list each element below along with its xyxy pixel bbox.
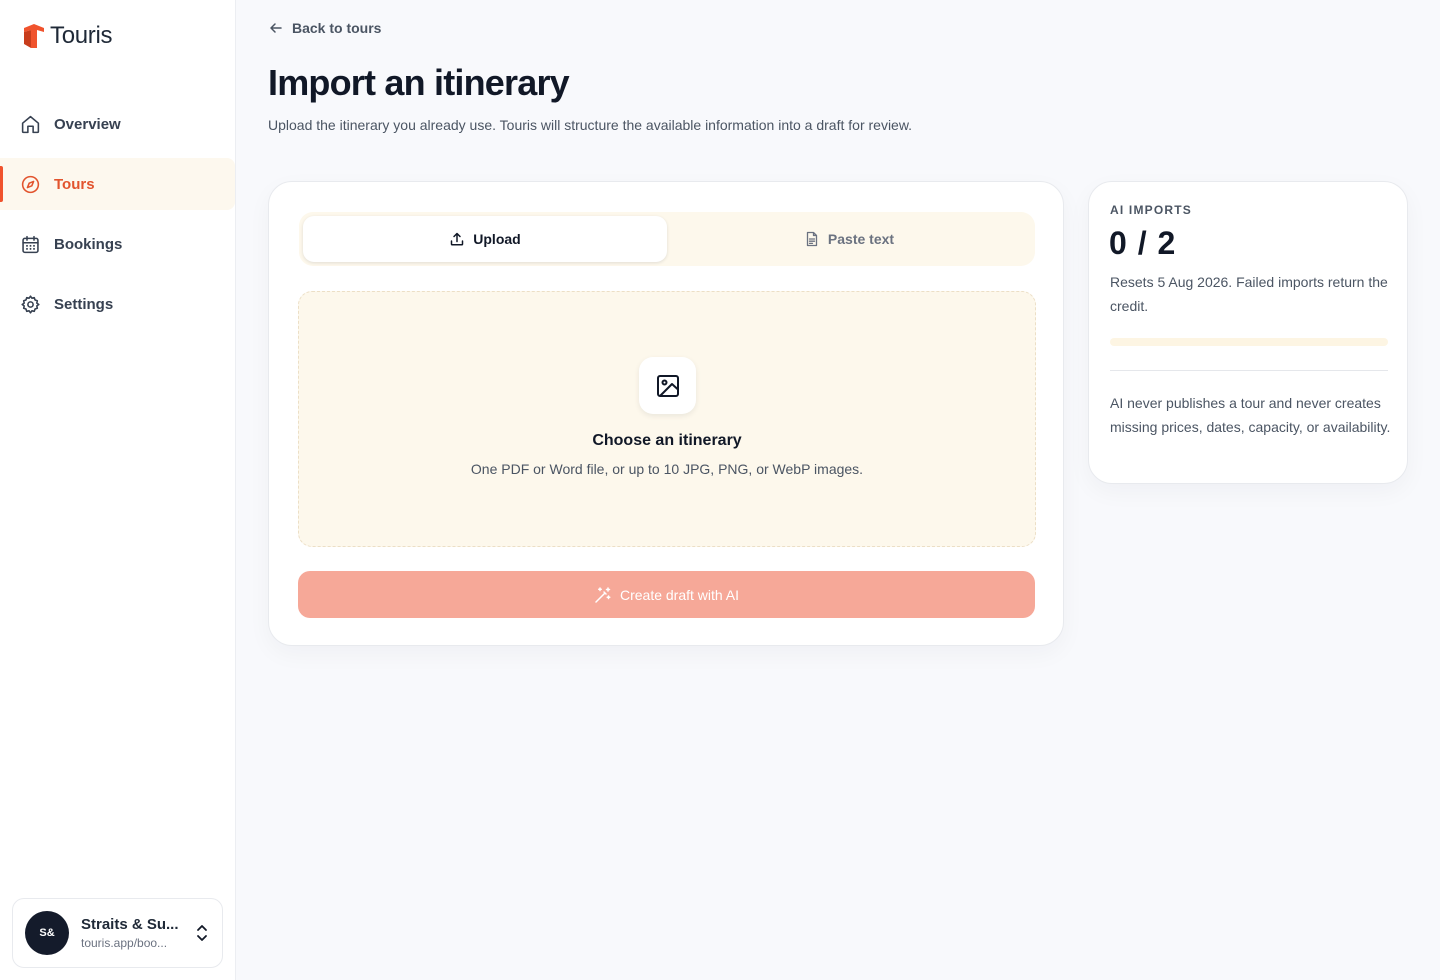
itinerary-dropzone[interactable]: Choose an itinerary One PDF or Word file…	[298, 291, 1036, 547]
ai-imports-label: AI IMPORTS	[1110, 203, 1193, 217]
ai-imports-reset-text: Resets 5 Aug 2026. Failed imports return…	[1110, 274, 1388, 314]
import-mode-tabs: Upload Paste text	[299, 212, 1035, 266]
back-to-tours-link[interactable]: Back to tours	[268, 20, 381, 36]
brand-name: Touris	[50, 22, 113, 49]
calendar-icon	[22, 235, 39, 253]
account-switcher[interactable]: S& Straits & Su... touris.app/boo...	[12, 898, 223, 968]
sidebar-item-tours[interactable]: Tours	[0, 158, 235, 210]
tab-label: Upload	[473, 231, 521, 247]
ai-imports-count: 0 / 2	[1109, 225, 1177, 261]
divider	[1110, 370, 1388, 371]
ai-imports-card: AI IMPORTS 0 / 2 Resets 5 Aug 2026. Fail…	[1088, 181, 1408, 484]
page-subtitle: Upload the itinerary you already use. To…	[268, 117, 913, 133]
ai-imports-progress-bar	[1110, 338, 1388, 346]
dropzone-hint: One PDF or Word file, or up to 10 JPG, P…	[470, 461, 864, 477]
sidebar-item-settings[interactable]: Settings	[0, 278, 235, 330]
dropzone-icon-tile	[639, 357, 696, 414]
tab-label: Paste text	[827, 231, 895, 247]
tab-paste-text[interactable]: Paste text	[667, 216, 1031, 262]
account-url: touris.app/boo...	[81, 936, 168, 950]
upload-icon	[451, 232, 464, 246]
touris-logo-icon	[24, 24, 44, 48]
sidebar-item-bookings[interactable]: Bookings	[0, 218, 235, 270]
back-link-label: Back to tours	[292, 20, 382, 36]
import-card: Upload Paste text Choose an itinerary On…	[268, 181, 1064, 646]
image-icon	[656, 374, 679, 397]
create-draft-button[interactable]: Create draft with AI	[298, 571, 1035, 618]
page-title: Import an itinerary	[268, 62, 570, 103]
arrow-left-icon	[270, 23, 282, 33]
chevron-up-down-icon	[197, 925, 207, 941]
account-info: Straits & Su... touris.app/boo...	[81, 916, 182, 950]
sidebar-nav: Overview Tours Bookings Settings	[0, 98, 236, 338]
ai-imports-note: AI never publishes a tour and never crea…	[1110, 395, 1391, 435]
account-name: Straits & Su...	[81, 916, 179, 933]
gear-icon	[21, 294, 40, 314]
compass-icon	[21, 175, 40, 193]
brand-logo[interactable]: Touris	[22, 22, 113, 50]
dropzone-title: Choose an itinerary	[592, 432, 742, 449]
sidebar-item-label: Overview	[54, 115, 121, 133]
home-icon	[21, 115, 40, 133]
sidebar-item-label: Bookings	[54, 235, 123, 253]
sidebar-item-label: Settings	[54, 295, 114, 313]
magic-wand-icon	[595, 586, 611, 603]
sidebar-item-overview[interactable]: Overview	[0, 98, 235, 150]
sidebar: Touris Overview Tours Bookings Settings …	[0, 0, 236, 980]
create-draft-label: Create draft with AI	[619, 586, 740, 603]
tab-upload[interactable]: Upload	[303, 216, 667, 262]
document-icon	[806, 231, 818, 247]
avatar: S&	[25, 911, 69, 955]
sidebar-item-label: Tours	[54, 175, 95, 193]
